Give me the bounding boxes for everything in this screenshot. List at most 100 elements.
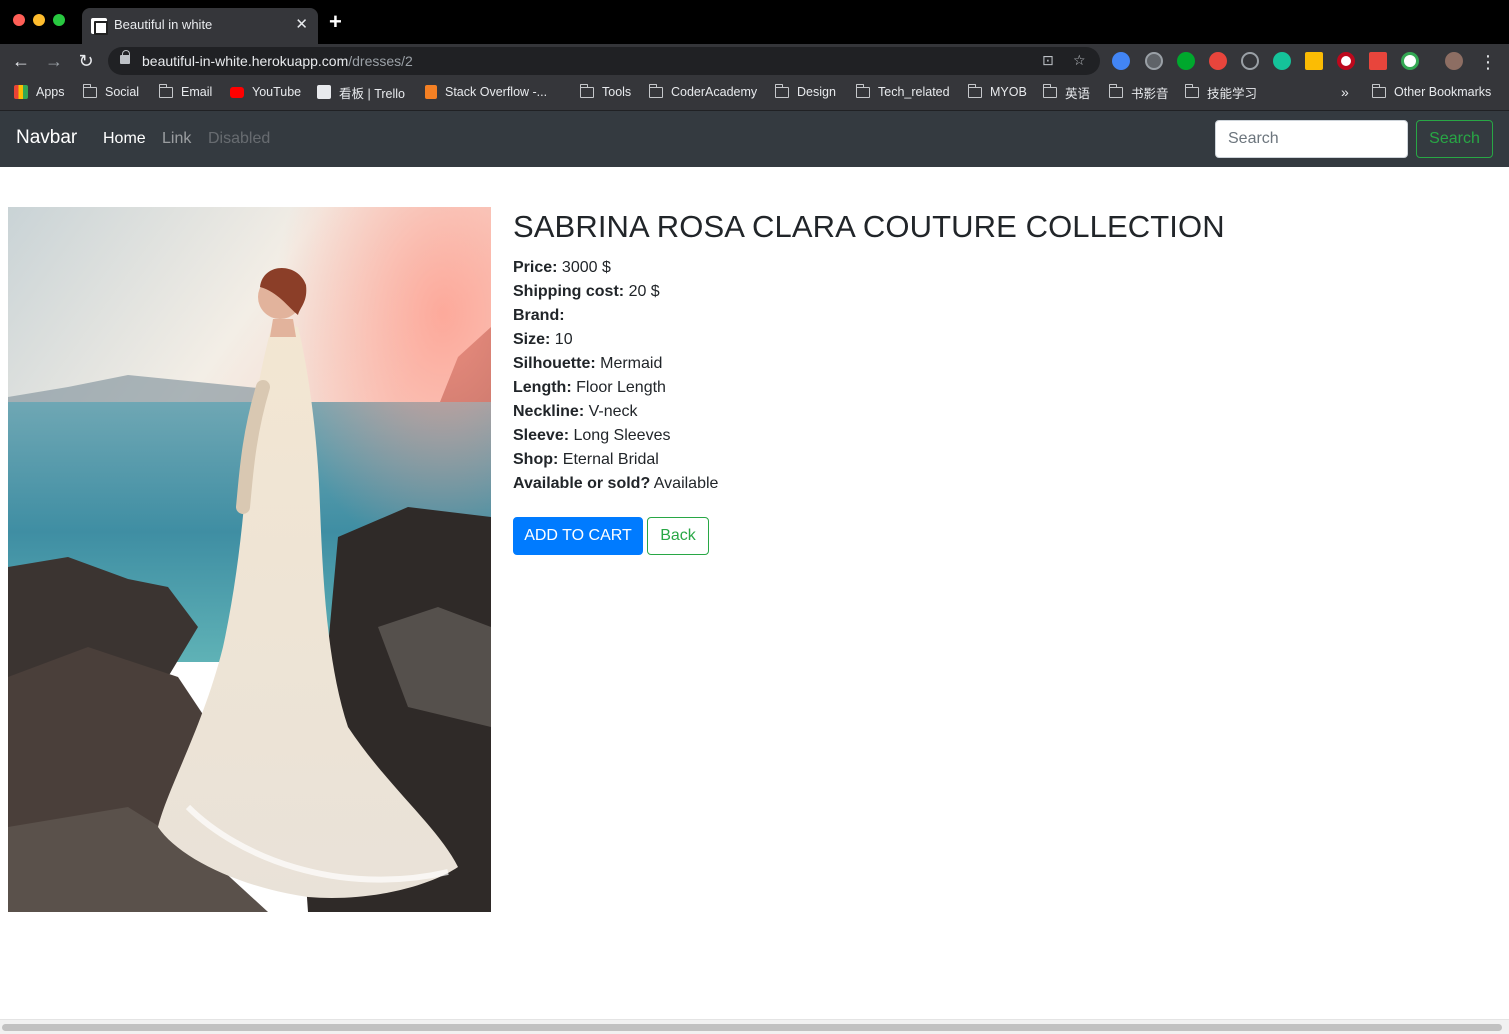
bookmark-label: 英语 xyxy=(1065,86,1091,101)
new-tab-icon[interactable]: + xyxy=(329,11,342,33)
add-to-cart-button[interactable]: ADD TO CART xyxy=(513,517,643,555)
bookmark-folder-coderacademy[interactable]: CoderAcademy xyxy=(649,83,758,100)
bookmark-star-icon[interactable]: ☆ xyxy=(1073,52,1086,69)
bookmarks-overflow-button[interactable]: » xyxy=(1341,84,1349,100)
stack-overflow-icon xyxy=(425,85,437,99)
pinterest-extension-icon[interactable] xyxy=(1337,52,1355,70)
bookmark-folder-tools[interactable]: Tools xyxy=(580,83,632,100)
bookmark-label: Apps xyxy=(36,85,65,99)
grammarly-extension-icon[interactable] xyxy=(1273,52,1291,70)
tab-close-icon[interactable]: ✕ xyxy=(295,15,308,35)
search-button[interactable]: Search xyxy=(1416,120,1493,158)
google-drive-extension-icon[interactable] xyxy=(1305,52,1323,70)
dress-photo xyxy=(8,207,491,912)
nav-link-link[interactable]: Link xyxy=(162,130,191,148)
field-label: Available or sold? xyxy=(513,475,651,492)
maximize-window-button[interactable] xyxy=(53,14,65,26)
minimize-window-button[interactable] xyxy=(33,14,45,26)
field-length: Length: Floor Length xyxy=(513,376,1225,400)
back-arrow-icon[interactable]: ← xyxy=(10,50,32,72)
bookmark-folder-design[interactable]: Design xyxy=(775,83,836,100)
address-bar[interactable]: beautiful-in-white.herokuapp.com/dresses… xyxy=(108,47,1100,75)
field-value: 3000 $ xyxy=(561,259,611,276)
field-label: Size: xyxy=(513,331,551,348)
dress-details: SABRINA ROSA CLARA COUTURE COLLECTION Pr… xyxy=(513,210,1225,496)
profile-avatar[interactable] xyxy=(1445,52,1463,70)
bookmark-label: Tools xyxy=(602,85,632,99)
field-neckline: Neckline: V-neck xyxy=(513,400,1225,424)
trello-icon xyxy=(317,85,331,99)
bookmark-apps[interactable]: Apps xyxy=(14,84,65,100)
bookmark-folder-myob[interactable]: MYOB xyxy=(968,83,1027,100)
navbar-brand[interactable]: Navbar xyxy=(16,127,77,149)
field-value: Floor Length xyxy=(576,379,666,396)
menu-dots-icon[interactable]: ⋮ xyxy=(1477,51,1499,73)
field-value: Available xyxy=(653,475,719,492)
bookmark-label: Social xyxy=(105,85,140,99)
url-host: beautiful-in-white.herokuapp.com xyxy=(142,53,349,69)
reload-icon[interactable]: ↻ xyxy=(75,50,97,72)
back-button[interactable]: Back xyxy=(647,517,709,555)
favicon-icon xyxy=(91,18,108,35)
translate-icon[interactable]: ⊡ xyxy=(1042,52,1054,69)
field-brand: Brand: xyxy=(513,304,1225,328)
field-label: Price: xyxy=(513,259,558,276)
field-label: Length: xyxy=(513,379,572,396)
bookmark-youtube[interactable]: YouTube xyxy=(230,84,301,100)
folder-icon xyxy=(1185,83,1199,98)
bookmark-trello[interactable]: 看板 | Trello xyxy=(317,84,405,101)
scrollbar-thumb[interactable] xyxy=(2,1024,1502,1031)
bookmark-folder-books-media[interactable]: 书影音 xyxy=(1109,83,1169,101)
dress-title: SABRINA ROSA CLARA COUTURE COLLECTION xyxy=(513,209,1225,244)
site-navbar: Navbar Home Link Disabled Search xyxy=(0,111,1509,167)
bookmarks-bar: Apps Social Email YouTube 看板 | Trello St… xyxy=(0,78,1509,111)
horizontal-scrollbar[interactable] xyxy=(0,1019,1509,1034)
field-sleeve: Sleeve: Long Sleeves xyxy=(513,424,1225,448)
bookmark-folder-english[interactable]: 英语 xyxy=(1043,83,1091,101)
bookmark-label: CoderAcademy xyxy=(671,85,758,99)
evernote-extension-icon[interactable] xyxy=(1177,52,1195,70)
bookmark-label: YouTube xyxy=(252,85,302,99)
extension-icon[interactable] xyxy=(1401,52,1419,70)
field-value: V-neck xyxy=(588,403,638,420)
field-value: Eternal Bridal xyxy=(562,451,659,468)
bookmark-folder-email[interactable]: Email xyxy=(159,83,213,100)
extension-icon[interactable] xyxy=(1145,52,1163,70)
folder-icon xyxy=(580,83,594,98)
other-bookmarks-folder[interactable]: Other Bookmarks xyxy=(1372,83,1492,100)
forward-arrow-icon[interactable]: → xyxy=(43,50,65,72)
folder-icon xyxy=(1043,83,1057,98)
field-shipping-cost: Shipping cost: 20 $ xyxy=(513,280,1225,304)
url-path: /dresses/2 xyxy=(348,53,413,69)
folder-icon xyxy=(649,83,663,98)
extension-icon[interactable] xyxy=(1369,52,1387,70)
google-translate-extension-icon[interactable] xyxy=(1112,52,1130,70)
nav-link-disabled: Disabled xyxy=(208,130,271,147)
field-value: Long Sleeves xyxy=(573,427,671,444)
lock-icon xyxy=(120,50,130,64)
pocket-extension-icon[interactable] xyxy=(1241,52,1259,70)
field-label: Shipping cost: xyxy=(513,283,625,300)
youtube-icon xyxy=(230,86,244,98)
folder-icon xyxy=(1372,83,1386,98)
close-window-button[interactable] xyxy=(13,14,25,26)
field-label: Shop: xyxy=(513,451,559,468)
url-text[interactable]: beautiful-in-white.herokuapp.com/dresses… xyxy=(142,53,413,69)
folder-icon xyxy=(968,83,982,98)
bookmark-folder-social[interactable]: Social xyxy=(83,83,140,100)
field-value: 20 $ xyxy=(628,283,660,300)
field-size: Size: 10 xyxy=(513,328,1225,352)
bookmark-label: 技能学习 xyxy=(1207,86,1258,101)
search-input[interactable] xyxy=(1215,120,1408,158)
field-shop: Shop: Eternal Bridal xyxy=(513,448,1225,472)
bookmark-label: Other Bookmarks xyxy=(1394,85,1492,99)
nav-link-home[interactable]: Home xyxy=(103,130,146,148)
bookmark-folder-skills[interactable]: 技能学习 xyxy=(1185,83,1258,101)
browser-chrome: Beautiful in white ✕ + ← → ↻ beautiful-i… xyxy=(0,0,1509,111)
bookmark-stack-overflow[interactable]: Stack Overflow -... xyxy=(425,84,547,100)
bookmark-label: Email xyxy=(181,85,213,99)
browser-tab[interactable]: Beautiful in white ✕ xyxy=(82,8,318,44)
bookmark-folder-tech-related[interactable]: Tech_related xyxy=(856,83,950,100)
extension-icon[interactable] xyxy=(1209,52,1227,70)
folder-icon xyxy=(83,83,97,98)
